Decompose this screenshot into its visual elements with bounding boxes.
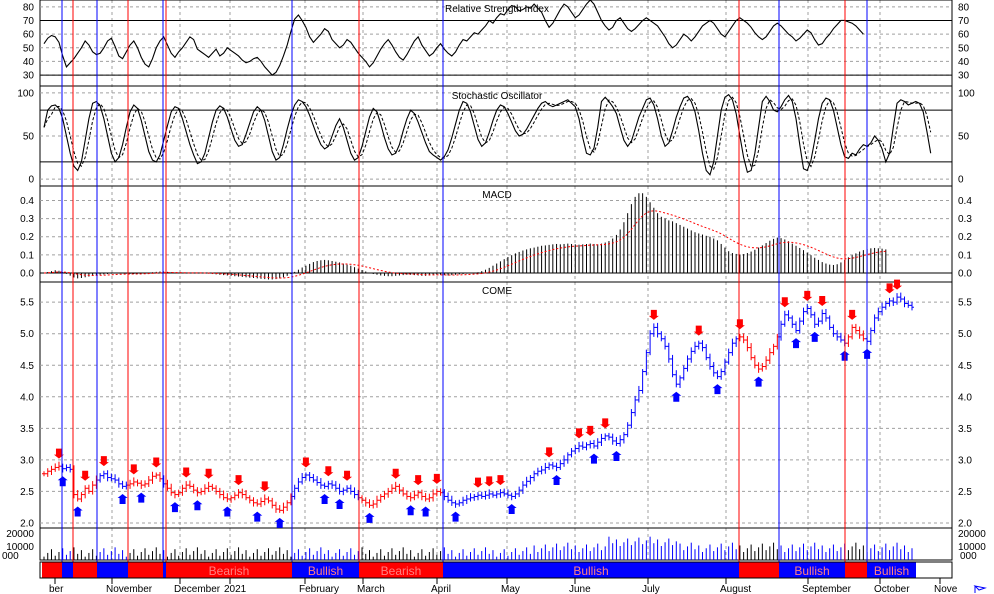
- y-tick-label-right-rsi: 30: [958, 71, 970, 82]
- volume-tick-label-right: 20000: [958, 529, 986, 540]
- y-tick-label-right-rsi: 70: [958, 16, 970, 27]
- trend-band-label: Bullish: [874, 564, 909, 578]
- y-tick-label-right-macd: 0.0: [958, 268, 972, 279]
- y-tick-label-right-price: 5.5: [958, 298, 972, 309]
- y-tick-label-left-price: 2.5: [20, 487, 34, 498]
- y-tick-label-left-price: 5.0: [20, 329, 34, 340]
- trend-band: [739, 562, 779, 578]
- y-tick-label-right-price: 4.5: [958, 361, 972, 372]
- y-tick-label-right-price: 2.0: [958, 518, 972, 529]
- y-tick-label-right-price: 5.0: [958, 329, 972, 340]
- y-tick-label-left-price: 2.0: [20, 518, 34, 529]
- trend-band: [128, 562, 163, 578]
- month-label: February: [299, 584, 339, 594]
- y-tick-label-right-macd: 0.1: [958, 250, 972, 261]
- volume-axis-label-right: 000: [960, 551, 977, 562]
- month-label: December: [174, 584, 221, 594]
- y-tick-label-left-stoch: 100: [17, 88, 34, 99]
- y-tick-label-right-macd: 0.3: [958, 214, 972, 225]
- y-tick-label-left-rsi: 60: [23, 30, 35, 41]
- month-label: April: [431, 584, 451, 594]
- y-tick-label-left-rsi: 30: [23, 71, 35, 82]
- y-tick-label-right-price: 4.0: [958, 392, 972, 403]
- trend-band: [42, 562, 62, 578]
- y-tick-label-left-price: 4.0: [20, 392, 34, 403]
- month-label: March: [357, 584, 385, 594]
- trend-band: [73, 562, 97, 578]
- y-tick-label-right-rsi: 80: [958, 2, 970, 13]
- rsi-title: Relative Strength Index: [445, 4, 549, 15]
- y-tick-label-right-stoch: 100: [958, 88, 975, 99]
- trend-band-label: Bullish: [573, 564, 608, 578]
- y-tick-label-left-price: 4.5: [20, 361, 34, 372]
- y-tick-label-right-price: 3.5: [958, 424, 972, 435]
- volume-tick-label-left: 20000: [6, 529, 34, 540]
- month-label: Nove: [934, 584, 958, 594]
- y-tick-label-left-rsi: 40: [23, 57, 35, 68]
- y-tick-label-left-stoch: 50: [23, 132, 35, 143]
- y-tick-label-left-stoch: 0: [28, 175, 34, 186]
- y-tick-label-left-rsi: 50: [23, 43, 35, 54]
- y-tick-label-right-rsi: 60: [958, 30, 970, 41]
- technical-chart: 30 30 40 40 50 50 60 60 70 70 80 80 Relative Strengt…: [0, 0, 994, 594]
- y-tick-label-left-price: 3.5: [20, 424, 34, 435]
- month-label: July: [642, 584, 660, 594]
- trend-band-label: Bearish: [209, 564, 250, 578]
- trend-band-label: Bullish: [308, 564, 343, 578]
- stoch-title: Stochastic Oscillator: [452, 91, 543, 102]
- y-tick-label-left-price: 5.5: [20, 298, 34, 309]
- y-tick-label-left-price: 3.0: [20, 455, 34, 466]
- trend-band: [62, 562, 73, 578]
- month-label: September: [802, 584, 852, 594]
- month-label: 2021: [224, 584, 247, 594]
- volume-axis-label-left: 000: [2, 551, 19, 562]
- trend-band-label: Bullish: [794, 564, 829, 578]
- month-label: May: [501, 584, 520, 594]
- y-tick-label-left-rsi: 70: [23, 16, 35, 27]
- trend-band: [845, 562, 867, 578]
- y-tick-label-right-rsi: 50: [958, 43, 970, 54]
- y-tick-label-left-rsi: 80: [23, 2, 35, 13]
- month-label: November: [106, 584, 153, 594]
- price-title: COME: [482, 286, 512, 297]
- month-label: October: [874, 584, 910, 594]
- trend-band: [163, 562, 166, 578]
- month-label: August: [720, 584, 751, 594]
- y-tick-label-right-stoch: 0: [958, 175, 964, 186]
- macd-title: MACD: [482, 190, 511, 201]
- y-tick-label-left-macd: 0.3: [20, 214, 34, 225]
- y-tick-label-left-macd: 0.2: [20, 232, 34, 243]
- y-tick-label-left-macd: 0.1: [20, 250, 34, 261]
- trend-band-label: Bearish: [381, 564, 422, 578]
- y-tick-label-right-price: 3.0: [958, 455, 972, 466]
- month-label: June: [569, 584, 591, 594]
- y-tick-label-left-macd: 0.0: [20, 268, 34, 279]
- y-tick-label-right-rsi: 40: [958, 57, 970, 68]
- y-tick-label-right-stoch: 50: [958, 132, 970, 143]
- y-tick-label-left-macd: 0.4: [20, 196, 34, 207]
- y-tick-label-right-price: 2.5: [958, 487, 972, 498]
- y-tick-label-right-macd: 0.2: [958, 232, 972, 243]
- trend-band: [97, 562, 128, 578]
- y-tick-label-right-macd: 0.4: [958, 196, 972, 207]
- month-label: ber: [49, 584, 64, 594]
